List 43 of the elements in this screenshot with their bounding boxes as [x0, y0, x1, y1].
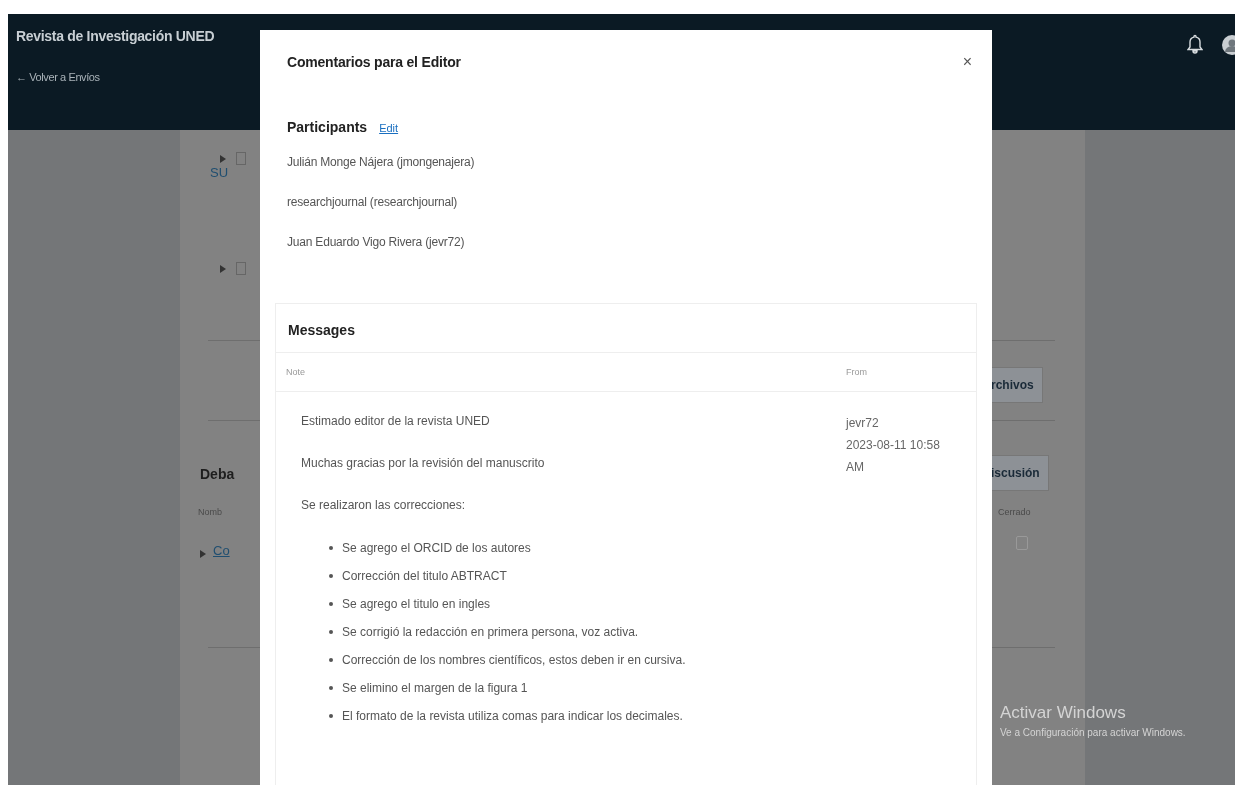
message-list-item: Corrección de los nombres científicos, estos deben ir en cursiva. — [342, 653, 686, 667]
files-button[interactable]: rchivos — [990, 367, 1043, 403]
activation-watermark-text: Ve a Configuración para activar Windows. — [1000, 727, 1186, 738]
bullet-icon — [329, 602, 333, 606]
message-list-item: Se corrigió la redacción en primera persona, voz activa. — [342, 625, 639, 639]
column-header: From — [846, 367, 868, 377]
bullet-icon — [329, 574, 333, 578]
bullet-icon — [329, 630, 333, 634]
message-list-item: Se agrego el titulo en ingles — [342, 597, 491, 611]
activation-watermark-title: Activar Windows — [1000, 703, 1127, 723]
bell-icon[interactable] — [1187, 34, 1203, 54]
participants-heading: Participants — [287, 119, 368, 135]
message-list-item: Se elimino el margen de la figura 1 — [342, 681, 528, 695]
message-date: 2023-08-11 10:58 AM — [846, 437, 941, 476]
message-list-item: Corrección del titulo ABTRACT — [342, 569, 507, 583]
message-list-item: El formato de la revista utiliza comas para indicar los decimales. — [342, 709, 683, 723]
close-button[interactable]: × — [957, 53, 977, 71]
user-avatar-icon[interactable] — [1221, 34, 1235, 56]
bullet-icon — [329, 714, 333, 718]
column-header: Note — [286, 367, 305, 377]
discussion-button[interactable]: iscusión — [990, 455, 1049, 491]
messages-heading: Messages — [276, 304, 976, 353]
expand-arrow-icon[interactable] — [200, 550, 206, 558]
participant-name: Julián Monge Nájera (jmongenajera) — [287, 155, 476, 171]
bullet-icon — [329, 658, 333, 662]
back-link[interactable]: ← Volver a Envíos — [16, 71, 215, 83]
bullet-icon — [329, 686, 333, 690]
participant-name: Juan Eduardo Vigo Rivera (jevr72) — [287, 235, 466, 251]
bullet-icon — [329, 546, 333, 550]
message-text: Muchas gracias por la revisión del manuscrito — [301, 455, 546, 472]
file-icon — [236, 152, 246, 165]
expand-arrow-icon[interactable] — [220, 265, 226, 273]
discussion-heading: Deba — [200, 466, 235, 482]
file-icon — [236, 262, 246, 275]
expand-arrow-icon[interactable] — [220, 155, 226, 163]
dialog-title: Comentarios para el Editor — [287, 54, 461, 70]
edit-link[interactable]: Edit — [379, 122, 399, 134]
message-text: Estimado editor de la revista UNED — [301, 413, 491, 430]
message-list-item: Se agrego el ORCID de los autores — [342, 541, 531, 555]
site-title[interactable]: Revista de Investigación UNED — [16, 28, 215, 44]
message-author: jevr72 — [846, 415, 880, 432]
message-text: Se realizaron las correcciones: — [301, 497, 467, 514]
participant-name: researchjournal (researchjournal) — [287, 195, 459, 211]
